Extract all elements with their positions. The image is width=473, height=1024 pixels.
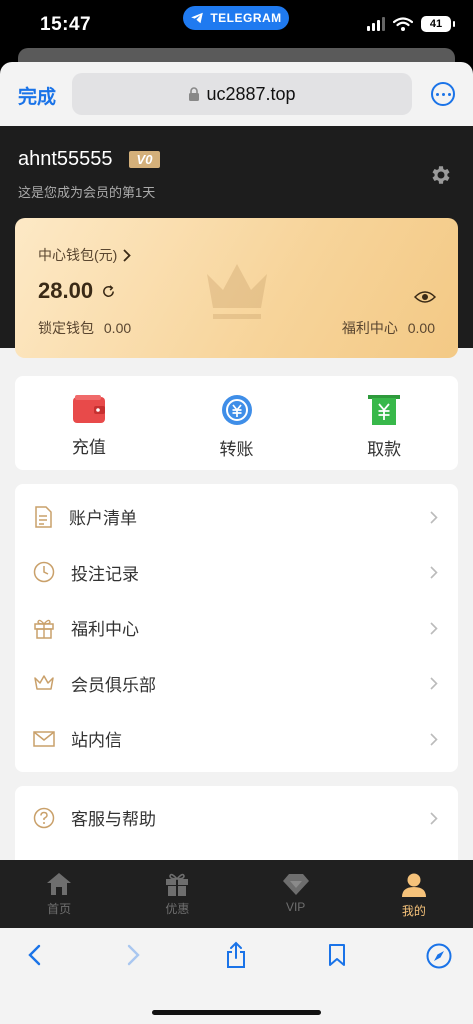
chevron-right-icon (430, 677, 438, 690)
menu-item-label: 客服与帮助 (71, 810, 156, 830)
envelope-icon (33, 731, 55, 747)
withdraw-icon (368, 395, 401, 425)
wallet-title[interactable]: 中心钱包(元) (38, 245, 132, 265)
battery-level: 41 (429, 18, 443, 30)
gift-box-icon (34, 619, 54, 639)
status-time: 15:47 (40, 14, 92, 35)
home-icon (47, 873, 72, 895)
welfare-value: 0.00 (407, 320, 435, 336)
share-icon[interactable] (225, 941, 247, 969)
status-indicators: 41 (367, 16, 455, 32)
member-days-text: 这是您成为会员的第1天 (18, 185, 156, 200)
done-button[interactable]: 完成 (18, 82, 56, 109)
tab-label: 我的 (401, 904, 426, 918)
menu-item-label: 福利中心 (71, 620, 139, 640)
support-menu: 客服与帮助 (15, 786, 458, 860)
bottom-tab-bar: 首页 优惠 VIP 我的 (0, 860, 473, 928)
forward-arrow-icon[interactable] (127, 944, 141, 966)
withdraw-button[interactable]: 取款 (310, 376, 458, 470)
transfer-button[interactable]: 转账 (163, 376, 311, 470)
battery-icon: 41 (421, 16, 455, 32)
chevron-right-icon (430, 566, 438, 579)
transfer-label: 转账 (219, 440, 254, 459)
back-arrow-icon[interactable] (27, 944, 41, 966)
wifi-icon (393, 17, 413, 31)
page-content: ahnt55555 V0 这是您成为会员的第1天 中心钱包(元) 28.00 锁… (0, 126, 473, 860)
welfare-center-balance: 福利中心 0.00 (342, 318, 435, 338)
menu-item-account-statement[interactable]: 账户清单 (15, 489, 458, 545)
menu-item-customer-service[interactable]: 客服与帮助 (15, 790, 458, 846)
welfare-label: 福利中心 (341, 320, 398, 336)
quick-actions: 充值 转账 取款 (15, 376, 458, 470)
menu-item-label: 账户清单 (69, 509, 137, 529)
chevron-right-icon (430, 511, 438, 524)
compass-icon[interactable] (426, 943, 452, 969)
browser-bottom-bar (0, 928, 473, 1024)
home-indicator (152, 1010, 321, 1015)
chevron-right-icon (430, 812, 438, 825)
menu-item-bet-records[interactable]: 投注记录 (15, 545, 458, 601)
account-menu: 账户清单 投注记录 福利中心 会员俱乐部 站内信 (15, 484, 458, 772)
eye-icon[interactable] (414, 290, 436, 304)
diamond-icon (282, 874, 309, 895)
tab-mine[interactable]: 我的 (355, 860, 473, 928)
browser-top-bar: 完成 uc2887.top (0, 62, 473, 126)
signal-icon (367, 17, 385, 31)
locked-wallet-label: 锁定钱包 (38, 320, 94, 336)
tab-label: 首页 (47, 902, 72, 916)
settings-gear-icon[interactable] (428, 163, 452, 187)
user-icon (401, 873, 426, 897)
deposit-button[interactable]: 充值 (15, 376, 163, 470)
tab-label: 优惠 (165, 902, 190, 916)
help-icon (33, 807, 55, 828)
lock-icon (189, 86, 200, 101)
url-text: uc2887.top (206, 83, 296, 104)
tab-promotions[interactable]: 优惠 (118, 860, 236, 928)
menu-item-member-club[interactable]: 会员俱乐部 (15, 656, 458, 712)
locked-wallet-value: 0.00 (103, 320, 132, 336)
refresh-icon[interactable] (101, 284, 116, 299)
clock-icon (33, 562, 55, 583)
chevron-right-icon (430, 733, 438, 746)
more-options-button[interactable] (431, 82, 455, 106)
vip-level-badge: V0 (129, 151, 160, 168)
wallet-title-text: 中心钱包(元) (38, 247, 118, 263)
locked-wallet: 锁定钱包 0.00 (38, 318, 131, 338)
username: ahnt55555 (18, 148, 113, 170)
deposit-label: 充值 (71, 438, 106, 457)
telegram-pill-label: TELEGRAM (210, 11, 282, 25)
status-bar: 15:47 TELEGRAM 41 (0, 0, 473, 50)
tab-vip[interactable]: VIP (237, 860, 355, 928)
document-icon (35, 506, 52, 528)
address-bar[interactable]: uc2887.top (72, 73, 412, 115)
gift-icon (166, 873, 189, 896)
wallet-amount: 28.00 (38, 278, 94, 303)
tab-home[interactable]: 首页 (0, 860, 118, 928)
wallet-balance: 28.00 (38, 278, 116, 304)
crown-watermark-icon (207, 264, 267, 319)
menu-item-inbox[interactable]: 站内信 (15, 711, 458, 767)
telegram-pill[interactable]: TELEGRAM (183, 6, 289, 30)
tab-label: VIP (285, 900, 306, 914)
chevron-right-icon (123, 248, 132, 262)
background-sheet (18, 48, 455, 62)
menu-item-welfare-center[interactable]: 福利中心 (15, 600, 458, 656)
menu-item-label: 站内信 (71, 731, 122, 751)
send-icon (191, 12, 204, 24)
wallet-card: 中心钱包(元) 28.00 锁定钱包 0.00 福利中心 0.00 (15, 218, 458, 358)
withdraw-label: 取款 (367, 440, 402, 459)
bookmarks-icon[interactable] (327, 943, 347, 967)
crown-icon (34, 675, 54, 690)
menu-item-label: 投注记录 (71, 564, 139, 584)
menu-item-label: 会员俱乐部 (71, 675, 156, 695)
wallet-icon (72, 395, 105, 423)
transfer-icon (221, 395, 252, 425)
chevron-right-icon (430, 622, 438, 635)
